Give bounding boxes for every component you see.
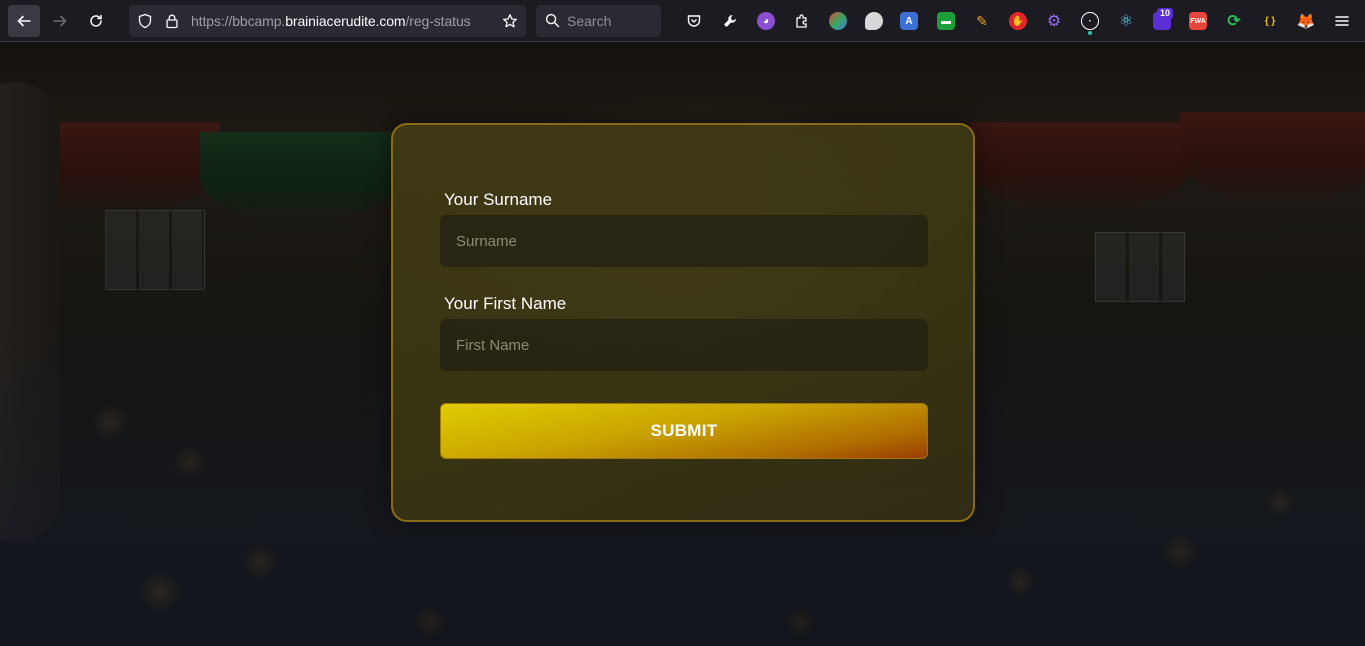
bunting-decoration: [200, 132, 400, 222]
pocket-icon[interactable]: [685, 12, 703, 30]
bunting-decoration: [970, 122, 1190, 212]
url-prefix: https://bbcamp.: [191, 13, 286, 29]
bookmark-star-icon[interactable]: [502, 13, 518, 29]
translate-icon[interactable]: A: [900, 12, 918, 30]
arrow-left-icon: [17, 15, 31, 27]
page-viewport: Your Surname Your First Name SUBMIT: [0, 42, 1365, 646]
puzzle-icon[interactable]: [793, 12, 811, 30]
registration-status-form: Your Surname Your First Name SUBMIT: [391, 123, 975, 522]
sync-icon[interactable]: ⟳: [1225, 12, 1243, 30]
browser-toolbar: https://bbcamp.brainiacerudite.com/reg-s…: [0, 0, 1365, 42]
react-devtools-icon[interactable]: ⚛: [1117, 12, 1135, 30]
metamask-fox-icon[interactable]: 🦊: [1297, 12, 1316, 30]
window-decoration: [105, 210, 205, 290]
submit-button[interactable]: SUBMIT: [440, 403, 928, 459]
reload-icon: [90, 14, 102, 27]
cookie-icon[interactable]: ·: [1081, 12, 1099, 30]
active-indicator-dot: [1088, 31, 1092, 35]
url-bar[interactable]: https://bbcamp.brainiacerudite.com/reg-s…: [129, 5, 526, 37]
arrow-right-icon: [53, 15, 67, 27]
url-host: brainiacerudite.com: [285, 13, 406, 29]
wrench-icon[interactable]: [721, 12, 739, 30]
search-icon: [545, 13, 560, 28]
hamburger-menu-icon[interactable]: [1333, 12, 1351, 30]
bunting-decoration: [1180, 112, 1365, 202]
search-placeholder: Search: [567, 13, 612, 29]
surname-input[interactable]: [440, 215, 928, 267]
surname-label: Your Surname: [444, 190, 553, 209]
reload-button[interactable]: [80, 5, 112, 37]
broom-icon[interactable]: ✎: [973, 12, 991, 30]
first-name-label: Your First Name: [444, 294, 567, 313]
url-path: /reg-status: [405, 13, 471, 29]
green-extension-icon[interactable]: ▬: [937, 12, 955, 30]
first-name-input[interactable]: [440, 319, 928, 371]
search-box[interactable]: Search: [536, 5, 661, 37]
shield-icon[interactable]: [137, 13, 153, 29]
forward-button[interactable]: [44, 5, 76, 37]
cloud-icon[interactable]: [865, 12, 883, 30]
ghost-extension-icon[interactable]: ◕: [757, 12, 775, 30]
color-picker-icon[interactable]: [829, 12, 847, 30]
lock-icon[interactable]: [164, 13, 180, 29]
fwa-icon[interactable]: FWA: [1189, 12, 1207, 30]
url-text[interactable]: https://bbcamp.brainiacerudite.com/reg-s…: [191, 13, 471, 29]
gear-icon[interactable]: ⚙: [1045, 12, 1063, 30]
extension-badge: 10: [1157, 8, 1174, 19]
hand-stop-icon[interactable]: ✋: [1009, 12, 1027, 30]
json-viewer-icon[interactable]: { }: [1261, 12, 1279, 30]
back-button[interactable]: [8, 5, 40, 37]
window-decoration: [1095, 232, 1185, 302]
